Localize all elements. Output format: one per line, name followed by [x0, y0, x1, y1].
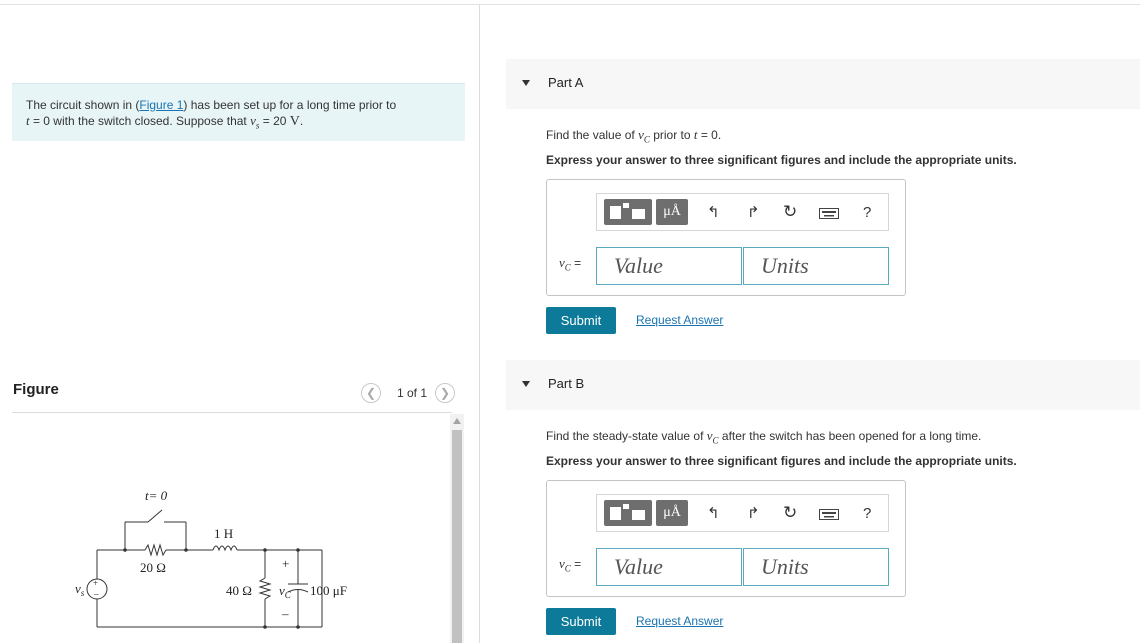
keyboard-icon[interactable]: [819, 208, 839, 219]
part-a-value-input[interactable]: Value: [596, 247, 742, 285]
problem-text: The circuit shown in (: [26, 98, 140, 112]
chevron-left-icon: ❮: [365, 386, 377, 400]
part-b-header[interactable]: Part B: [506, 360, 1140, 410]
figure-pager: ❮ 1 of 1 ❯: [361, 382, 456, 404]
part-b-units-input[interactable]: Units: [743, 548, 889, 586]
source-minus: –: [93, 589, 99, 599]
part-b-toolbar: μÅ ↰ ↱ ↻ ?: [596, 494, 889, 532]
reset-icon[interactable]: ↻: [783, 504, 797, 521]
help-icon[interactable]: ?: [863, 506, 871, 522]
circuit-diagram: t= 0 1 H 20 Ω 40 Ω + – vC 100 μF vs + –: [75, 488, 347, 629]
undo-icon[interactable]: ↰: [707, 506, 720, 522]
part-b-value-input[interactable]: Value: [596, 548, 742, 586]
part-a-question: Find the value of vC prior to t = 0.: [546, 127, 722, 145]
part-b-title: Part B: [548, 376, 585, 391]
part-a-header[interactable]: Part A: [506, 59, 1140, 109]
redo-icon[interactable]: ↱: [747, 205, 760, 221]
prev-figure-button[interactable]: ❮: [361, 383, 381, 403]
source-label: vs: [75, 581, 85, 598]
reset-icon[interactable]: ↻: [783, 203, 797, 220]
r2-label: 40 Ω: [226, 583, 252, 598]
scroll-thumb[interactable]: [452, 430, 462, 643]
units-icon: μÅ: [663, 505, 681, 520]
caret-down-icon: [522, 381, 530, 387]
part-a-request-answer-link[interactable]: Request Answer: [636, 313, 723, 327]
source-plus: +: [93, 578, 98, 588]
part-a-units-input[interactable]: Units: [743, 247, 889, 285]
vc-label: vC: [279, 583, 292, 600]
part-a-instruction: Express your answer to three significant…: [546, 153, 1017, 167]
templates-button[interactable]: [604, 199, 652, 225]
chevron-right-icon: ❯: [440, 386, 451, 400]
units-button[interactable]: μÅ: [656, 500, 688, 526]
caret-down-icon: [522, 80, 530, 86]
problem-text: = 20: [259, 114, 290, 128]
unit-symbol: V: [289, 114, 300, 129]
inductor-label: 1 H: [214, 526, 233, 541]
figure-link[interactable]: Figure 1: [139, 98, 183, 112]
undo-icon[interactable]: ↰: [707, 205, 720, 221]
templates-icon: [610, 504, 645, 520]
vc-plus: +: [282, 556, 289, 571]
part-a-answer-box: μÅ ↰ ↱ ↻ ? vC = Value Units: [546, 179, 906, 296]
problem-text: .: [299, 114, 304, 128]
part-b-request-answer-link[interactable]: Request Answer: [636, 614, 723, 628]
problem-statement: The circuit shown in (Figure 1) has been…: [12, 83, 465, 141]
part-b-answer-box: μÅ ↰ ↱ ↻ ? vC = Value Units: [546, 480, 906, 597]
units-icon: μÅ: [663, 204, 681, 219]
part-b-question: Find the steady-state value of vC after …: [546, 428, 982, 446]
cap-label: 100 μF: [310, 583, 347, 598]
part-b-eq-label: vC =: [559, 556, 582, 574]
panel-divider: [479, 4, 480, 643]
switch-label: t= 0: [145, 488, 168, 503]
part-a-submit-button[interactable]: Submit: [546, 307, 616, 334]
units-button[interactable]: μÅ: [656, 199, 688, 225]
problem-text: ) has been set up for a long time prior …: [183, 98, 397, 112]
top-border: [0, 4, 1140, 5]
part-b-submit-button[interactable]: Submit: [546, 608, 616, 635]
keyboard-icon[interactable]: [819, 509, 839, 520]
part-a-toolbar: μÅ ↰ ↱ ↻ ?: [596, 193, 889, 231]
templates-button[interactable]: [604, 500, 652, 526]
next-figure-button[interactable]: ❯: [435, 383, 456, 403]
templates-icon: [610, 203, 645, 219]
redo-icon[interactable]: ↱: [747, 506, 760, 522]
part-b-instruction: Express your answer to three significant…: [546, 454, 1017, 468]
pager-count: 1 of 1: [397, 386, 428, 400]
problem-text: = 0 with the switch closed. Suppose that: [29, 114, 251, 128]
vc-minus: –: [281, 606, 289, 621]
help-icon[interactable]: ?: [863, 205, 871, 221]
part-a-title: Part A: [548, 75, 584, 90]
figure-divider: [12, 412, 452, 413]
part-a-eq-label: vC =: [559, 255, 582, 273]
figure-title: Figure: [13, 381, 59, 398]
scroll-up-arrow[interactable]: [453, 418, 461, 424]
r1-label: 20 Ω: [140, 560, 166, 575]
